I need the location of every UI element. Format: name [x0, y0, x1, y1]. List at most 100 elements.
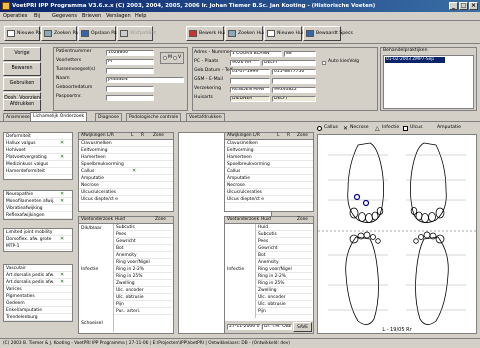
triangle-icon[interactable]: △	[375, 126, 380, 132]
gender-m-radio[interactable]	[163, 56, 167, 60]
maximize-button[interactable]: □	[459, 2, 468, 10]
callus-radio[interactable]	[317, 126, 322, 131]
foot-diagram[interactable]: L - 19/05 Rr	[317, 134, 477, 334]
search-gp-button[interactable]: Zoeken Huisarts	[225, 26, 275, 41]
table-row[interactable]: Bot	[256, 252, 312, 259]
list-item[interactable]: Medizinkuss valgus	[4, 161, 72, 168]
menu-bij[interactable]: Bij	[34, 13, 40, 20]
insurance-number-field[interactable]: 99340822	[272, 87, 316, 93]
table-row[interactable]: Ring in 2-2%	[256, 273, 312, 280]
table-row[interactable]: Anemsity	[114, 252, 172, 259]
save-patient-button[interactable]: Opslaan Patiënt	[78, 26, 127, 41]
list-item[interactable]: Varices	[4, 286, 72, 293]
previous-button[interactable]: Vorige	[3, 47, 41, 61]
list-item[interactable]: Hohlvoet	[4, 147, 72, 154]
birthdate-contact-field[interactable]: 01-07-1999	[230, 69, 270, 75]
print-button[interactable]: Afdrukken	[3, 99, 41, 111]
table-row[interactable]: Necrose	[79, 182, 173, 189]
insurance-field[interactable]: RESIDEN MAW	[230, 87, 270, 93]
menu-help[interactable]: Help	[135, 13, 146, 20]
table-row[interactable]: Callus	[225, 168, 313, 175]
table-row[interactable]: Clavusmelken	[79, 140, 173, 147]
gp-field[interactable]: DIEDNER	[230, 96, 270, 102]
close-button[interactable]: ×	[469, 2, 478, 10]
table-row[interactable]: Pees	[114, 231, 172, 238]
user-field[interactable]: Dr. T.M. OBERT	[262, 324, 292, 330]
table-row[interactable]: Zwelling	[114, 280, 172, 287]
list-item[interactable]: Vibratieafwijking	[4, 205, 72, 212]
menu-brieven[interactable]: Brieven	[82, 13, 101, 20]
table-row[interactable]: Subcutis	[114, 224, 172, 231]
table-row[interactable]: Gewricht	[114, 238, 172, 245]
table-row[interactable]: Pees	[256, 238, 312, 245]
list-item[interactable]: MTP-1	[4, 243, 72, 250]
patient-number-field[interactable]: 1028800	[106, 50, 154, 56]
menu-verslagen[interactable]: Verslagen	[106, 13, 131, 20]
save-specs-button[interactable]: Bewaardt Specs	[303, 26, 353, 41]
infix-field[interactable]	[106, 68, 154, 74]
table-row[interactable]: Ulcus/ulceraties	[225, 189, 313, 196]
email-field[interactable]	[272, 78, 316, 84]
table-row[interactable]: Ulcus/ulceraties	[79, 189, 173, 196]
address-field[interactable]: 1 COURS BLANN	[230, 51, 282, 57]
gsm-field[interactable]	[230, 78, 270, 84]
table-row[interactable]: Eeltvorming	[79, 147, 173, 154]
list-item[interactable]: Oedeem	[4, 300, 72, 307]
menu-operaties[interactable]: Operaties	[3, 13, 27, 20]
tab-anamnese[interactable]: Anamnese	[3, 113, 33, 121]
table-row[interactable]: Ulc. obtrusie	[256, 301, 312, 308]
table-row[interactable]: Ulc. oncoder	[114, 287, 172, 294]
list-item[interactable]: Reflexafwijkingen	[4, 212, 72, 219]
table-row[interactable]: Amputatie	[225, 175, 313, 182]
list-item[interactable]: Pigmentaties	[4, 293, 72, 300]
table-row[interactable]: Spoelbreukvorming	[79, 161, 173, 168]
table-row[interactable]: Ulc. oncoder	[256, 294, 312, 301]
gp-city-field[interactable]: DELFT	[272, 96, 316, 102]
table-row[interactable]: Ring in 25%	[114, 273, 172, 280]
table-row[interactable]: Pijn	[114, 301, 172, 308]
tab-lichamelijk-onderzoek[interactable]: Lichamelijk Onderzoek	[30, 112, 88, 121]
table-row[interactable]: Ring voor/Nigel	[256, 266, 312, 273]
table-row[interactable]: Huid	[256, 224, 312, 231]
table-row[interactable]: Hamerteen	[79, 154, 173, 161]
passport-field[interactable]	[106, 95, 154, 101]
minimize-button[interactable]: _	[449, 2, 458, 10]
table-row[interactable]: Hamerteen	[225, 154, 313, 161]
city-field[interactable]: DELFT	[262, 60, 316, 66]
table-row[interactable]: Amputatie	[79, 175, 173, 182]
gender-v-radio[interactable]	[173, 56, 177, 60]
delete-patient-button[interactable]: Wisfpatiënt	[117, 26, 156, 41]
table-row[interactable]: Eeltvorming	[225, 147, 313, 154]
initials-field[interactable]: PI	[106, 59, 154, 65]
table-row[interactable]: Necrose	[225, 182, 313, 189]
table-row[interactable]: Pur.. arteri.	[114, 308, 172, 315]
cross-icon[interactable]: ✕	[343, 126, 348, 132]
save-footer-button[interactable]: SAVE	[293, 322, 312, 332]
house-number-field[interactable]: 88	[284, 51, 316, 57]
search-patient-button[interactable]: Zoeken Patiënt	[41, 26, 88, 41]
table-row[interactable]: Ulcus diepte/ct e	[225, 196, 313, 203]
list-item[interactable]: Enkel/amputatie	[4, 307, 72, 314]
use-button[interactable]: Gebruiken	[3, 77, 41, 91]
table-row[interactable]: Spoelbreukvorming	[225, 161, 313, 168]
table-row[interactable]: Clavusmelken	[225, 140, 313, 147]
table-row[interactable]: Ulc. obtrusie	[114, 294, 172, 301]
treatment-list[interactable]: 01-02-2003 ZMP7-Sep	[383, 55, 474, 109]
phone-field[interactable]: 015-8877756	[272, 69, 316, 75]
date-field[interactable]: 27-11-2006 09:29:33	[227, 324, 261, 330]
birthdate-field[interactable]	[106, 86, 154, 92]
square-icon[interactable]	[403, 126, 408, 131]
tab-voetafdrukken[interactable]: Voetafdrukken	[186, 113, 225, 121]
table-row[interactable]: Pijn	[256, 308, 312, 315]
table-row[interactable]: Subcutis	[256, 231, 312, 238]
treatment-list-item[interactable]: 01-02-2003 ZMP7-Sep	[385, 57, 445, 63]
new-gp-button[interactable]: Nieuwe Huisarts	[264, 26, 314, 41]
list-item[interactable]: Trendelenburg	[4, 314, 72, 321]
table-row[interactable]: Anemsity	[256, 259, 312, 266]
table-row[interactable]: Ulcus diepte/ct e	[79, 196, 173, 203]
table-row[interactable]: Ring in 25%	[256, 280, 312, 287]
table-row[interactable]: Ring voor/Nigel	[114, 259, 172, 266]
postcode-field[interactable]: 9026 AA	[230, 60, 260, 66]
list-item[interactable]: Hamerdeformiteit	[4, 168, 72, 175]
table-row[interactable]: Callus	[79, 168, 173, 175]
